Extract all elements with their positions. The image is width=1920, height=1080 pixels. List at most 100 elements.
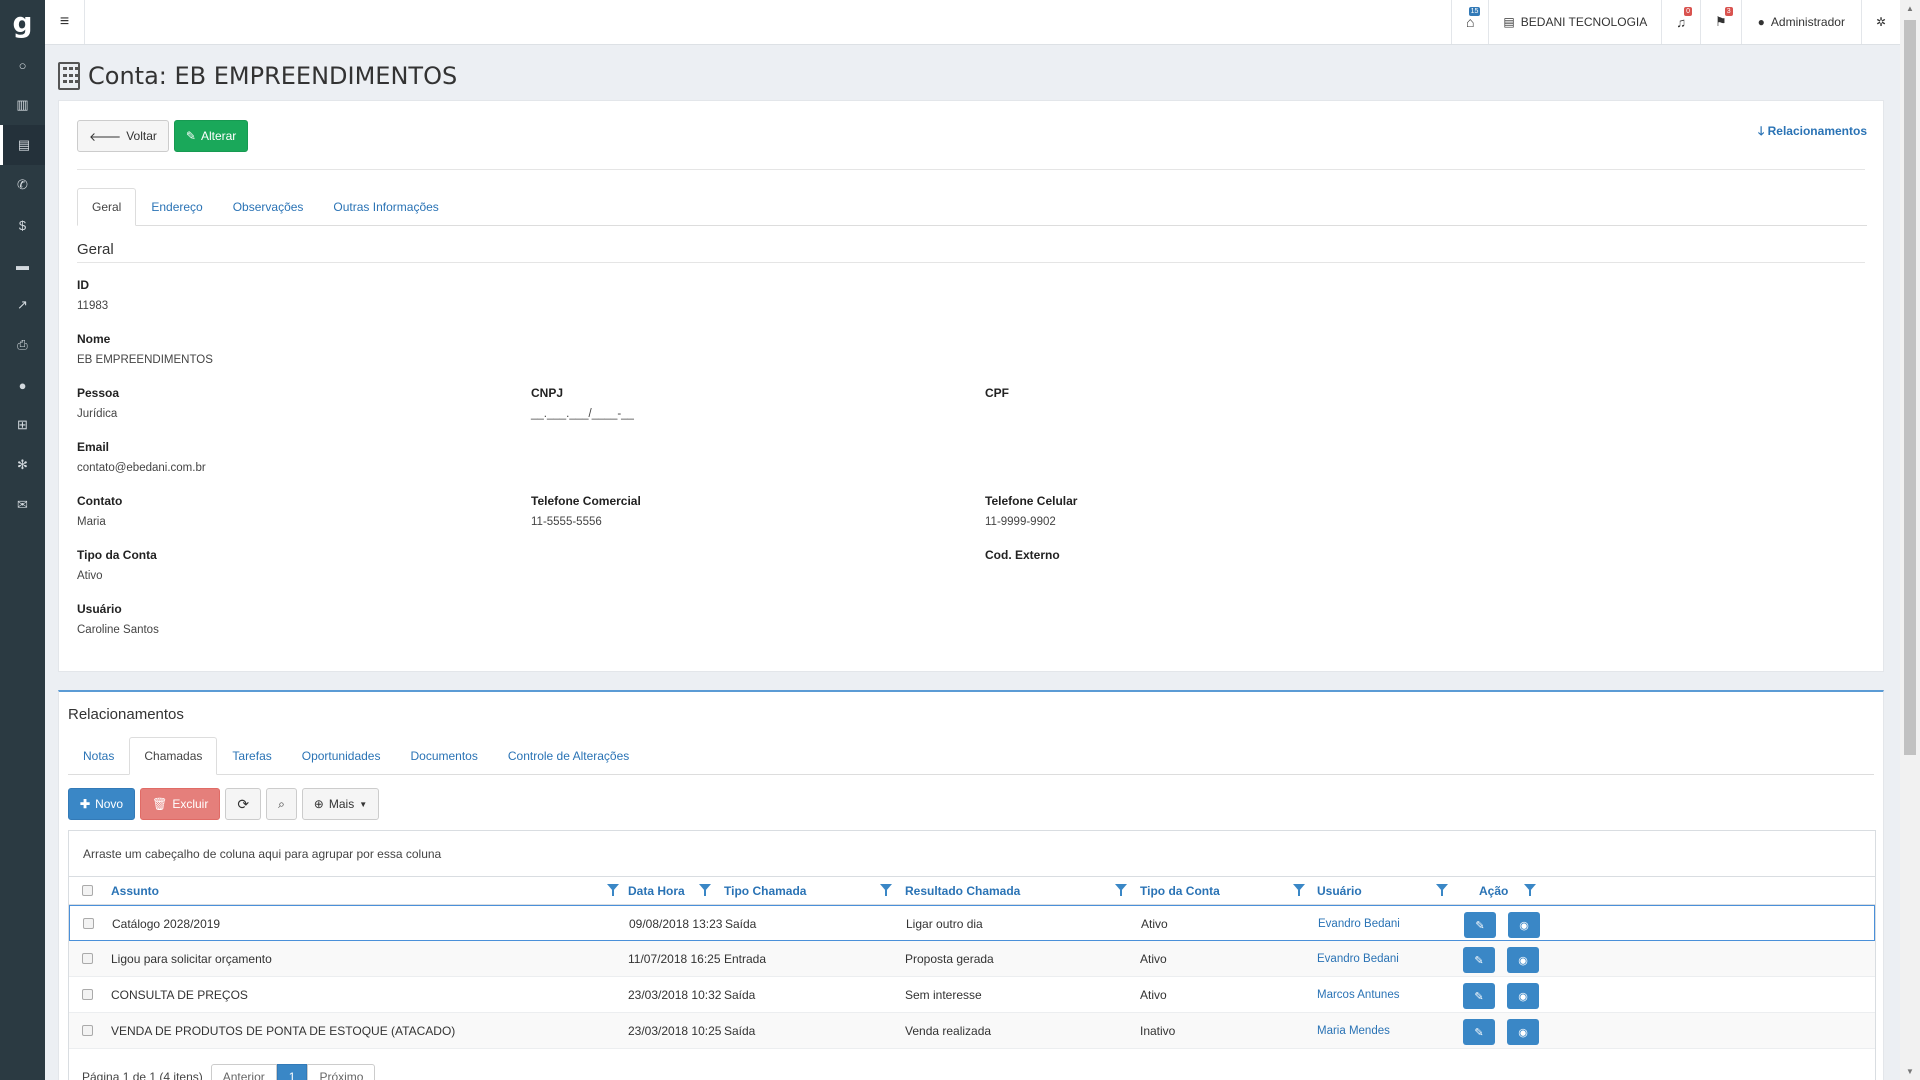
arrow-down-icon: 🡓 — [1758, 124, 1765, 138]
flag-badge: 3 — [1724, 7, 1733, 16]
eye-icon: ◉ — [1518, 990, 1528, 1003]
sidebar-item-4[interactable]: $ — [0, 205, 45, 245]
edit-button[interactable]: ✎ Alterar — [173, 120, 249, 152]
trash-icon: 🗑 — [152, 797, 168, 811]
grid-toolbar: ✚ Novo 🗑 Excluir ⟳ ⌕ ⊕ Mais ▼ — [68, 788, 380, 820]
filter-icon[interactable] — [607, 884, 619, 896]
sidebar-item-8[interactable]: ● — [0, 365, 45, 405]
pager-prev[interactable]: Anterior — [210, 1064, 277, 1080]
filter-icon[interactable] — [1115, 884, 1127, 896]
col-header-5[interactable]: Usuário — [1317, 877, 1362, 905]
col-header-2[interactable]: Tipo Chamada — [724, 877, 806, 905]
back-button[interactable]: 🡐 Voltar — [77, 120, 169, 152]
id-value: 11983 — [77, 300, 109, 312]
app-logo[interactable]: g — [0, 0, 45, 45]
edit-row-button[interactable]: ✎ — [1463, 1019, 1495, 1045]
relations-link[interactable]: 🡓 Relacionamentos — [1758, 122, 1867, 143]
refresh-button[interactable]: ⟳ — [225, 788, 262, 820]
view-row-button[interactable]: ◉ — [1507, 983, 1539, 1009]
row-checkbox[interactable] — [83, 918, 94, 929]
circle-plus-icon: ⊕ — [313, 797, 324, 811]
cell-tipo: Saída — [724, 1024, 756, 1038]
user-menu[interactable]: ● Administrador — [1740, 0, 1861, 44]
filter-icon[interactable] — [1524, 884, 1536, 896]
filter-icon[interactable] — [880, 884, 892, 896]
cell-assunto: Ligou para solicitar orçamento — [111, 952, 272, 966]
col-header-3[interactable]: Resultado Chamada — [905, 877, 1020, 905]
bank-badge: 15 — [1468, 7, 1481, 16]
sidebar-item-11[interactable]: ✉ — [0, 485, 45, 525]
relations-tabs: Notas Chamadas Tarefas Oportunidades Documen… — [68, 737, 1874, 775]
scroll-up-icon[interactable]: ▲ — [1905, 4, 1915, 13]
row-checkbox[interactable] — [82, 953, 93, 964]
sidebar-item-6[interactable]: ↗ — [0, 285, 45, 325]
cell-usuario[interactable]: Evandro Bedani — [1318, 906, 1400, 942]
sidebar-item-1[interactable]: ▥ — [0, 85, 45, 125]
rel-tab-1[interactable]: Chamadas — [129, 737, 218, 775]
page-scrollbar[interactable]: ▲ ▼ — [1900, 0, 1920, 1080]
edit-row-button[interactable]: ✎ — [1464, 912, 1496, 938]
tab-geral[interactable]: Geral — [77, 188, 137, 226]
table-row[interactable]: CONSULTA DE PREÇOS 23/03/2018 10:32 Saída S… — [69, 977, 1875, 1013]
tab-observa-es[interactable]: Observações — [218, 188, 319, 226]
rel-tab-0[interactable]: Notas — [68, 737, 129, 775]
table-row[interactable]: Catálogo 2028/2019 09/08/2018 13:23 Saída L… — [69, 905, 1875, 941]
view-row-button[interactable]: ◉ — [1508, 912, 1540, 938]
pager-page[interactable]: 1 — [276, 1064, 308, 1080]
delete-button[interactable]: 🗑 Excluir — [140, 788, 221, 820]
row-checkbox[interactable] — [82, 989, 93, 1000]
rel-tab-4[interactable]: Documentos — [395, 737, 492, 775]
flags-button[interactable]: ⚑ 3 — [1700, 0, 1741, 44]
rel-tab-2[interactable]: Tarefas — [217, 737, 286, 775]
section-divider — [77, 262, 1865, 263]
rel-tab-3[interactable]: Oportunidades — [287, 737, 396, 775]
table-row[interactable]: Ligou para solicitar orçamento 11/07/2018… — [69, 941, 1875, 977]
calls-grid: Arraste um cabeçalho de coluna aqui para… — [68, 830, 1876, 1080]
notifications-button[interactable]: ♫ 0 — [1661, 0, 1700, 44]
edit-row-button[interactable]: ✎ — [1463, 983, 1495, 1009]
cell-tipo: Saída — [725, 917, 757, 931]
menu-toggle-icon[interactable]: ≡ — [45, 0, 85, 44]
tab-outras-informa-es[interactable]: Outras Informações — [318, 188, 453, 226]
scroll-down-icon[interactable]: ▼ — [1905, 1067, 1915, 1076]
view-row-button[interactable]: ◉ — [1507, 1019, 1539, 1045]
more-button[interactable]: ⊕ Mais ▼ — [301, 788, 380, 820]
search-button[interactable]: ⌕ — [266, 788, 297, 820]
filter-icon[interactable] — [1293, 884, 1305, 896]
sidebar-item-5[interactable]: ▬ — [0, 245, 45, 285]
company-selector[interactable]: ▤ BEDANI TECNOLOGIA — [1488, 0, 1661, 44]
scroll-thumb[interactable] — [1904, 20, 1916, 755]
new-button[interactable]: ✚ Novo — [68, 788, 136, 820]
sidebar-item-3[interactable]: ✆ — [0, 165, 45, 205]
sidebar-item-9[interactable]: ⊞ — [0, 405, 45, 445]
col-header-4[interactable]: Tipo da Conta — [1140, 877, 1220, 905]
filter-icon[interactable] — [1436, 884, 1448, 896]
edit-label: Alterar — [200, 129, 237, 143]
cell-usuario[interactable]: Marcos Antunes — [1317, 977, 1399, 1013]
edit-row-button[interactable]: ✎ — [1463, 947, 1495, 973]
cell-usuario[interactable]: Maria Mendes — [1317, 1013, 1390, 1049]
table-row[interactable]: VENDA DE PRODUTOS DE PONTA DE ESTOQUE (A… — [69, 1013, 1875, 1049]
pager-next[interactable]: Próximo — [307, 1064, 376, 1080]
sidebar-item-7[interactable]: ⎙ — [0, 325, 45, 365]
col-header-1[interactable]: Data Hora — [628, 877, 685, 905]
group-drop-area[interactable]: Arraste um cabeçalho de coluna aqui para… — [69, 831, 1875, 877]
rel-tab-5[interactable]: Controle de Alterações — [493, 737, 644, 775]
view-row-button[interactable]: ◉ — [1507, 947, 1539, 973]
settings-button[interactable]: ✲ — [1860, 0, 1900, 44]
col-header-6[interactable]: Ação — [1479, 877, 1508, 905]
sidebar-item-2[interactable]: ▤ — [0, 125, 45, 165]
edit-icon: ✎ — [1475, 919, 1485, 932]
tab-endere-o[interactable]: Endereço — [136, 188, 217, 226]
cell-usuario[interactable]: Evandro Bedani — [1317, 941, 1399, 977]
sidebar-item-10[interactable]: ✻ — [0, 445, 45, 485]
pessoa-value: Jurídica — [77, 408, 118, 420]
select-all-checkbox[interactable] — [82, 885, 93, 896]
bank-button[interactable]: ⌂ 15 — [1450, 0, 1488, 44]
contato-value: Maria — [77, 516, 106, 528]
row-checkbox[interactable] — [82, 1025, 93, 1036]
cell-conta: Inativo — [1140, 1024, 1176, 1038]
col-header-0[interactable]: Assunto — [111, 877, 159, 905]
filter-icon[interactable] — [699, 884, 711, 896]
sidebar-item-0[interactable]: ○ — [0, 45, 45, 85]
